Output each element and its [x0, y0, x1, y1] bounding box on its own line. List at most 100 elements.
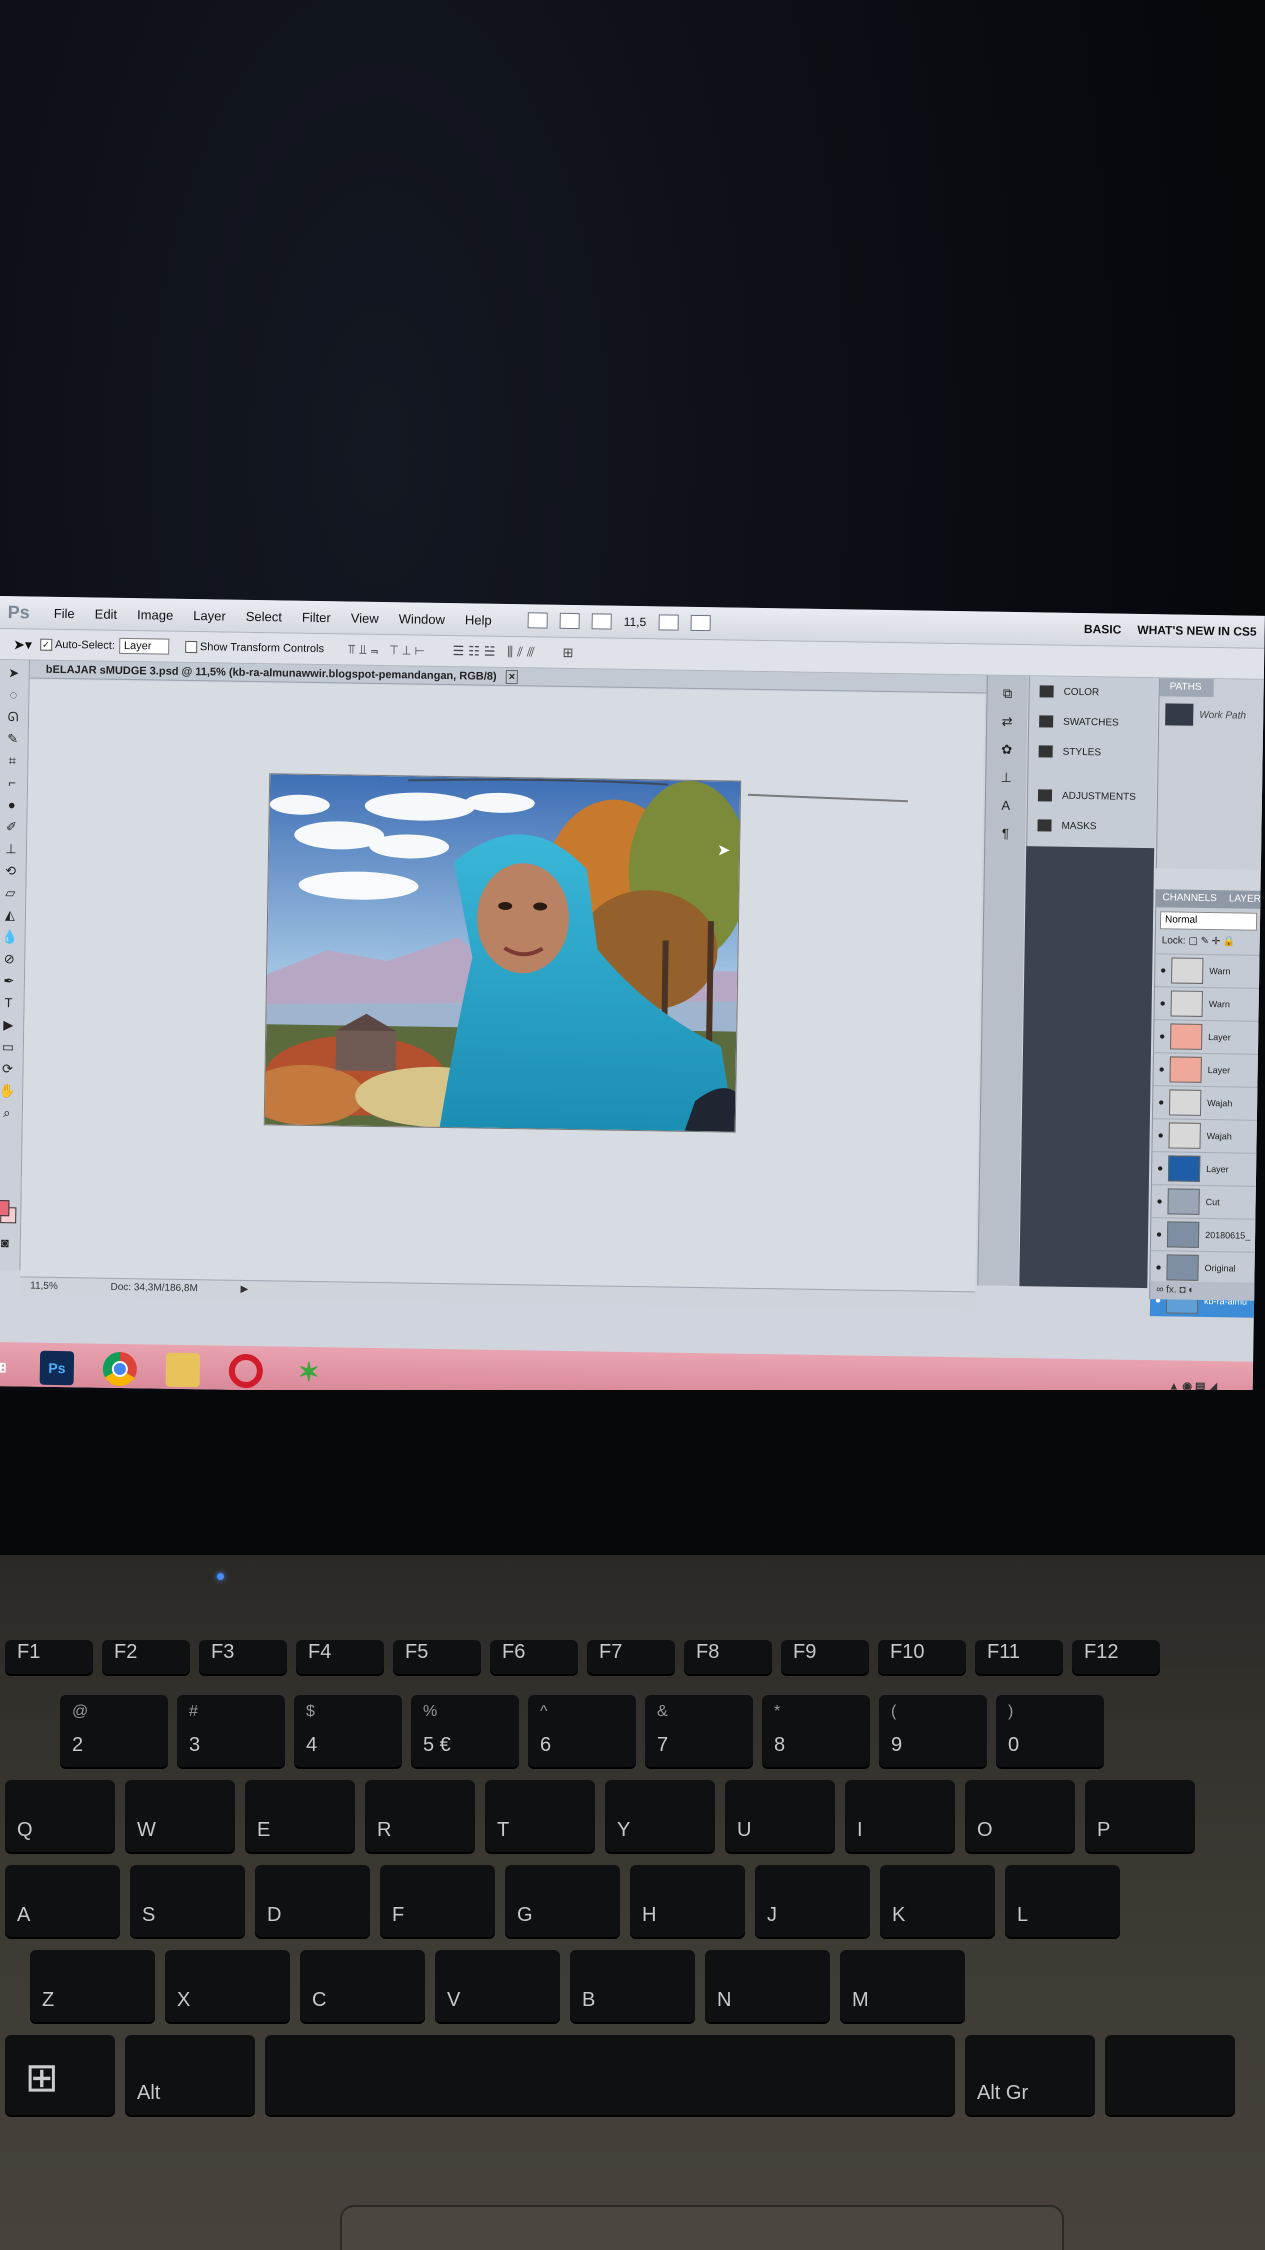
- quick-mask-icon[interactable]: ◙: [0, 1234, 15, 1252]
- key-fn[interactable]: F5: [393, 1640, 481, 1674]
- key-letter[interactable]: S: [130, 1865, 245, 1937]
- shape-tool-icon[interactable]: ▭: [0, 1038, 18, 1056]
- show-transform-checkbox[interactable]: [184, 640, 198, 654]
- key-fn[interactable]: F7: [587, 1640, 675, 1674]
- menu-view[interactable]: View: [351, 610, 379, 625]
- key-fn[interactable]: F6: [490, 1640, 578, 1674]
- menu-filter[interactable]: Filter: [302, 609, 331, 624]
- screen-mode-button[interactable]: [684, 614, 716, 632]
- lasso-tool-icon[interactable]: ᘏ: [3, 708, 23, 726]
- key-fn[interactable]: F3: [199, 1640, 287, 1674]
- type-tool-icon[interactable]: T: [0, 994, 19, 1012]
- key-letter[interactable]: H: [630, 1865, 745, 1937]
- marquee-tool-icon[interactable]: ◌: [3, 686, 23, 704]
- visibility-eye-icon[interactable]: ●: [1155, 965, 1171, 976]
- windows-start-icon[interactable]: ⊞: [0, 1350, 14, 1384]
- view-extras-button[interactable]: [586, 613, 618, 630]
- align-buttons[interactable]: ⫪⫫⫬ ⊤⊥⊢: [348, 641, 429, 658]
- chrome-icon[interactable]: [102, 1351, 138, 1387]
- arrange-docs-button[interactable]: [652, 614, 684, 631]
- key-letter[interactable]: E: [245, 1780, 355, 1852]
- key-fn[interactable]: F1: [5, 1640, 93, 1674]
- key-letter[interactable]: V: [435, 1950, 560, 2022]
- close-tab-icon[interactable]: ×: [505, 669, 519, 685]
- visibility-eye-icon[interactable]: ●: [1155, 998, 1171, 1009]
- blur-tool-icon[interactable]: 💧: [0, 928, 20, 946]
- key-letter[interactable]: I: [845, 1780, 955, 1852]
- spacebar[interactable]: [265, 2035, 955, 2115]
- visibility-eye-icon[interactable]: ●: [1152, 1196, 1168, 1207]
- altgr-key[interactable]: Alt Gr: [965, 2035, 1095, 2115]
- healing-tool-icon[interactable]: ●: [2, 796, 22, 814]
- key-number[interactable]: & 7: [645, 1695, 753, 1767]
- dock-masks[interactable]: MASKS: [1027, 810, 1155, 842]
- key-letter[interactable]: X: [165, 1950, 290, 2022]
- brush-tool-icon[interactable]: ✐: [1, 818, 21, 836]
- visibility-eye-icon[interactable]: ●: [1151, 1229, 1167, 1240]
- clone-source-icon[interactable]: ⊥: [995, 770, 1017, 788]
- visibility-eye-icon[interactable]: ●: [1151, 1262, 1167, 1273]
- 3d-rotate-icon[interactable]: ⟳: [0, 1060, 18, 1078]
- key-letter[interactable]: O: [965, 1780, 1075, 1852]
- menu-edit[interactable]: Edit: [95, 606, 118, 621]
- key-letter[interactable]: K: [880, 1865, 995, 1937]
- dock-color[interactable]: COLOR: [1029, 676, 1157, 708]
- hand-tool-icon[interactable]: ✋: [0, 1082, 17, 1100]
- key-fn[interactable]: F11: [975, 1640, 1063, 1674]
- key-fn[interactable]: F8: [684, 1640, 772, 1674]
- key-number[interactable]: @2: [60, 1695, 168, 1767]
- visibility-eye-icon[interactable]: ●: [1154, 1031, 1170, 1042]
- layer-row[interactable]: ● Cut: [1151, 1184, 1257, 1219]
- key-letter[interactable]: L: [1005, 1865, 1120, 1937]
- dock-styles[interactable]: STYLES: [1028, 736, 1156, 768]
- key-fn[interactable]: F4: [296, 1640, 384, 1674]
- status-menu-arrow-icon[interactable]: ▶: [241, 1284, 249, 1295]
- menu-layer[interactable]: Layer: [193, 608, 226, 624]
- key-letter[interactable]: R: [365, 1780, 475, 1852]
- brush-panel-icon[interactable]: ✿: [996, 742, 1018, 760]
- app-plant-icon[interactable]: ✶: [292, 1355, 327, 1390]
- key-letter[interactable]: N: [705, 1950, 830, 2022]
- key-letter[interactable]: G: [505, 1865, 620, 1937]
- status-zoom[interactable]: 11,5%: [30, 1281, 58, 1292]
- foreground-color-swatch[interactable]: [0, 1199, 10, 1217]
- key-letter[interactable]: W: [125, 1780, 235, 1852]
- visibility-eye-icon[interactable]: ●: [1153, 1097, 1169, 1108]
- eraser-tool-icon[interactable]: ▱: [0, 884, 20, 902]
- canvas-area[interactable]: ➤: [20, 679, 985, 1292]
- character-panel-icon[interactable]: A: [995, 798, 1017, 816]
- key-number[interactable]: #3: [177, 1695, 285, 1767]
- lock-icons[interactable]: ▢ ✎ ✛ 🔒: [1188, 936, 1235, 948]
- key-letter[interactable]: Z: [30, 1950, 155, 2022]
- tab-layers[interactable]: LAYER: [1223, 890, 1265, 909]
- bridge-button[interactable]: [522, 612, 554, 629]
- stamp-tool-icon[interactable]: ⊥: [1, 840, 21, 858]
- pen-tool-icon[interactable]: ✒: [0, 972, 19, 990]
- move-tool-icon[interactable]: ➤▾: [13, 636, 32, 653]
- windows-key[interactable]: ⊞: [5, 2035, 115, 2115]
- tab-paths[interactable]: PATHS: [1159, 678, 1214, 698]
- zoom-tool-icon[interactable]: ⌕: [0, 1104, 17, 1122]
- blend-mode-dropdown[interactable]: Normal: [1159, 911, 1258, 931]
- key-letter[interactable]: P: [1085, 1780, 1195, 1852]
- file-explorer-icon[interactable]: [165, 1352, 201, 1388]
- key-letter[interactable]: F: [380, 1865, 495, 1937]
- layer-row[interactable]: ● Layer: [1153, 1052, 1259, 1087]
- key-number[interactable]: * 8: [762, 1695, 870, 1767]
- opera-icon[interactable]: [228, 1353, 264, 1389]
- paragraph-panel-icon[interactable]: ¶: [994, 826, 1016, 844]
- dock-adjustments[interactable]: ADJUSTMENTS: [1028, 780, 1156, 812]
- distribute-buttons[interactable]: ☰☷☱ ⫼⫽⫻: [452, 643, 538, 660]
- key-letter[interactable]: J: [755, 1865, 870, 1937]
- layer-row[interactable]: ● Original: [1150, 1250, 1256, 1285]
- key-letter[interactable]: D: [255, 1865, 370, 1937]
- visibility-eye-icon[interactable]: ●: [1152, 1163, 1168, 1174]
- alt-key[interactable]: Alt: [125, 2035, 255, 2115]
- layer-row[interactable]: ● Layer: [1151, 1151, 1258, 1186]
- key-number[interactable]: ) 0: [996, 1695, 1104, 1767]
- layer-row[interactable]: ● 20180615_: [1150, 1217, 1257, 1252]
- layer-row[interactable]: ● Wajah: [1152, 1085, 1259, 1120]
- visibility-eye-icon[interactable]: ●: [1154, 1064, 1170, 1075]
- mask-icon[interactable]: ◘ ◐: [1179, 1285, 1194, 1296]
- key-letter[interactable]: A: [5, 1865, 120, 1937]
